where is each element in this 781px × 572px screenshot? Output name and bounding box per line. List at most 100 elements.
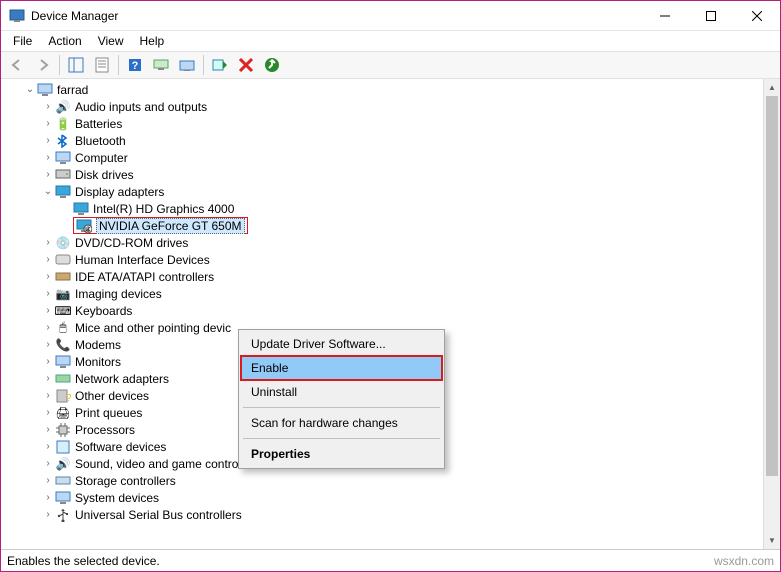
expand-icon[interactable]: ›	[41, 372, 55, 386]
hid-icon	[55, 252, 71, 268]
close-button[interactable]	[734, 1, 780, 31]
tree-item-ide[interactable]: › IDE ATA/ATAPI controllers	[3, 268, 763, 285]
tree-item-system[interactable]: › System devices	[3, 489, 763, 506]
tree-item-display[interactable]: ⌄ Display adapters	[3, 183, 763, 200]
scan-hardware-button[interactable]	[149, 53, 173, 77]
back-button[interactable]	[5, 53, 29, 77]
expand-icon[interactable]: ›	[41, 117, 55, 131]
expand-icon[interactable]: ›	[41, 253, 55, 267]
menu-item-properties[interactable]: Properties	[241, 442, 442, 466]
monitor-icon	[55, 354, 71, 370]
collapse-icon[interactable]: ⌄	[23, 83, 37, 97]
tree-item-storage[interactable]: › Storage controllers	[3, 472, 763, 489]
expand-icon[interactable]: ›	[41, 168, 55, 182]
scroll-down-icon[interactable]: ▼	[764, 532, 780, 549]
expand-icon[interactable]: ›	[41, 474, 55, 488]
scroll-thumb[interactable]	[766, 96, 778, 476]
tree-label: DVD/CD-ROM drives	[75, 236, 188, 250]
app-icon	[9, 8, 25, 24]
expand-icon[interactable]: ›	[41, 287, 55, 301]
tree-label: farrad	[57, 83, 88, 97]
tree-label: System devices	[75, 491, 159, 505]
status-bar: Enables the selected device. wsxdn.com	[1, 549, 780, 571]
minimize-button[interactable]	[642, 1, 688, 31]
printer-icon: 🖨	[55, 405, 71, 421]
menu-help[interactable]: Help	[132, 32, 173, 50]
tree-label: Mice and other pointing devic	[75, 321, 231, 335]
dvd-icon: 💿	[55, 235, 71, 251]
tree-item-keyboards[interactable]: › ⌨ Keyboards	[3, 302, 763, 319]
tree-item-hid[interactable]: › Human Interface Devices	[3, 251, 763, 268]
other-icon: ?	[55, 388, 71, 404]
vertical-scrollbar[interactable]: ▲ ▼	[763, 79, 780, 549]
svg-text:?: ?	[66, 393, 71, 404]
enable-device-button[interactable]	[208, 53, 232, 77]
expand-icon[interactable]: ›	[41, 440, 55, 454]
expand-icon[interactable]: ›	[41, 321, 55, 335]
tree-label: NVIDIA GeForce GT 650M	[96, 218, 245, 234]
show-hide-tree-button[interactable]	[64, 53, 88, 77]
expand-icon[interactable]: ›	[41, 389, 55, 403]
tree-item-disk[interactable]: › Disk drives	[3, 166, 763, 183]
expand-icon[interactable]: ›	[41, 134, 55, 148]
menu-view[interactable]: View	[90, 32, 132, 50]
tree-label: Display adapters	[75, 185, 164, 199]
expand-icon[interactable]: ›	[41, 338, 55, 352]
refresh-button[interactable]	[260, 53, 284, 77]
keyboard-icon: ⌨	[55, 303, 71, 319]
menu-item-enable[interactable]: Enable	[241, 356, 442, 380]
watermark: wsxdn.com	[714, 554, 774, 568]
maximize-button[interactable]	[688, 1, 734, 31]
tree-item-dvd[interactable]: › 💿 DVD/CD-ROM drives	[3, 234, 763, 251]
properties-button[interactable]	[90, 53, 114, 77]
help-button[interactable]: ?	[123, 53, 147, 77]
tree-item-computer[interactable]: › Computer	[3, 149, 763, 166]
tree-label: Imaging devices	[75, 287, 162, 301]
tree-root[interactable]: ⌄ farrad	[3, 81, 763, 98]
expand-icon[interactable]: ›	[41, 151, 55, 165]
toolbar: ?	[1, 51, 780, 79]
update-driver-button[interactable]	[175, 53, 199, 77]
expand-icon[interactable]: ›	[41, 355, 55, 369]
expand-icon[interactable]: ›	[41, 304, 55, 318]
expand-icon[interactable]: ›	[41, 406, 55, 420]
tree-item-bluetooth[interactable]: › Bluetooth	[3, 132, 763, 149]
tree-item-intel[interactable]: › Intel(R) HD Graphics 4000	[3, 200, 763, 217]
tree-label: Keyboards	[75, 304, 132, 318]
forward-button[interactable]	[31, 53, 55, 77]
expand-icon[interactable]: ›	[41, 423, 55, 437]
expand-icon[interactable]: ›	[41, 457, 55, 471]
collapse-icon[interactable]: ⌄	[41, 185, 55, 199]
scroll-up-icon[interactable]: ▲	[764, 79, 780, 96]
expand-icon[interactable]: ›	[41, 508, 55, 522]
menu-action[interactable]: Action	[40, 32, 89, 50]
speaker-icon: 🔊	[55, 456, 71, 472]
uninstall-button[interactable]	[234, 53, 258, 77]
menu-item-uninstall[interactable]: Uninstall	[241, 380, 442, 404]
expand-icon[interactable]: ›	[41, 270, 55, 284]
device-tree[interactable]: ⌄ farrad › 🔊 Audio inputs and outputs › …	[1, 79, 763, 549]
tree-item-nvidia[interactable]: › ↓ NVIDIA GeForce GT 650M	[3, 217, 763, 234]
expand-icon[interactable]: ›	[41, 100, 55, 114]
context-menu: Update Driver Software... Enable Uninsta…	[238, 329, 445, 469]
tree-label: Monitors	[75, 355, 121, 369]
menu-file[interactable]: File	[5, 32, 40, 50]
window-title: Device Manager	[31, 9, 118, 23]
menu-item-update-driver[interactable]: Update Driver Software...	[241, 332, 442, 356]
tree-item-audio[interactable]: › 🔊 Audio inputs and outputs	[3, 98, 763, 115]
title-bar: Device Manager	[1, 1, 780, 31]
tree-label: Universal Serial Bus controllers	[75, 508, 242, 522]
tree-label: Audio inputs and outputs	[75, 100, 207, 114]
tree-label: IDE ATA/ATAPI controllers	[75, 270, 214, 284]
tree-item-usb[interactable]: › Universal Serial Bus controllers	[3, 506, 763, 523]
menu-bar: File Action View Help	[1, 31, 780, 51]
battery-icon: 🔋	[55, 116, 71, 132]
cpu-icon	[55, 422, 71, 438]
tree-item-imaging[interactable]: › 📷 Imaging devices	[3, 285, 763, 302]
tree-item-batteries[interactable]: › 🔋 Batteries	[3, 115, 763, 132]
menu-item-scan[interactable]: Scan for hardware changes	[241, 411, 442, 435]
expand-icon[interactable]: ›	[41, 236, 55, 250]
expand-icon[interactable]: ›	[41, 491, 55, 505]
selected-node[interactable]: ↓ NVIDIA GeForce GT 650M	[73, 217, 248, 234]
storage-icon	[55, 473, 71, 489]
